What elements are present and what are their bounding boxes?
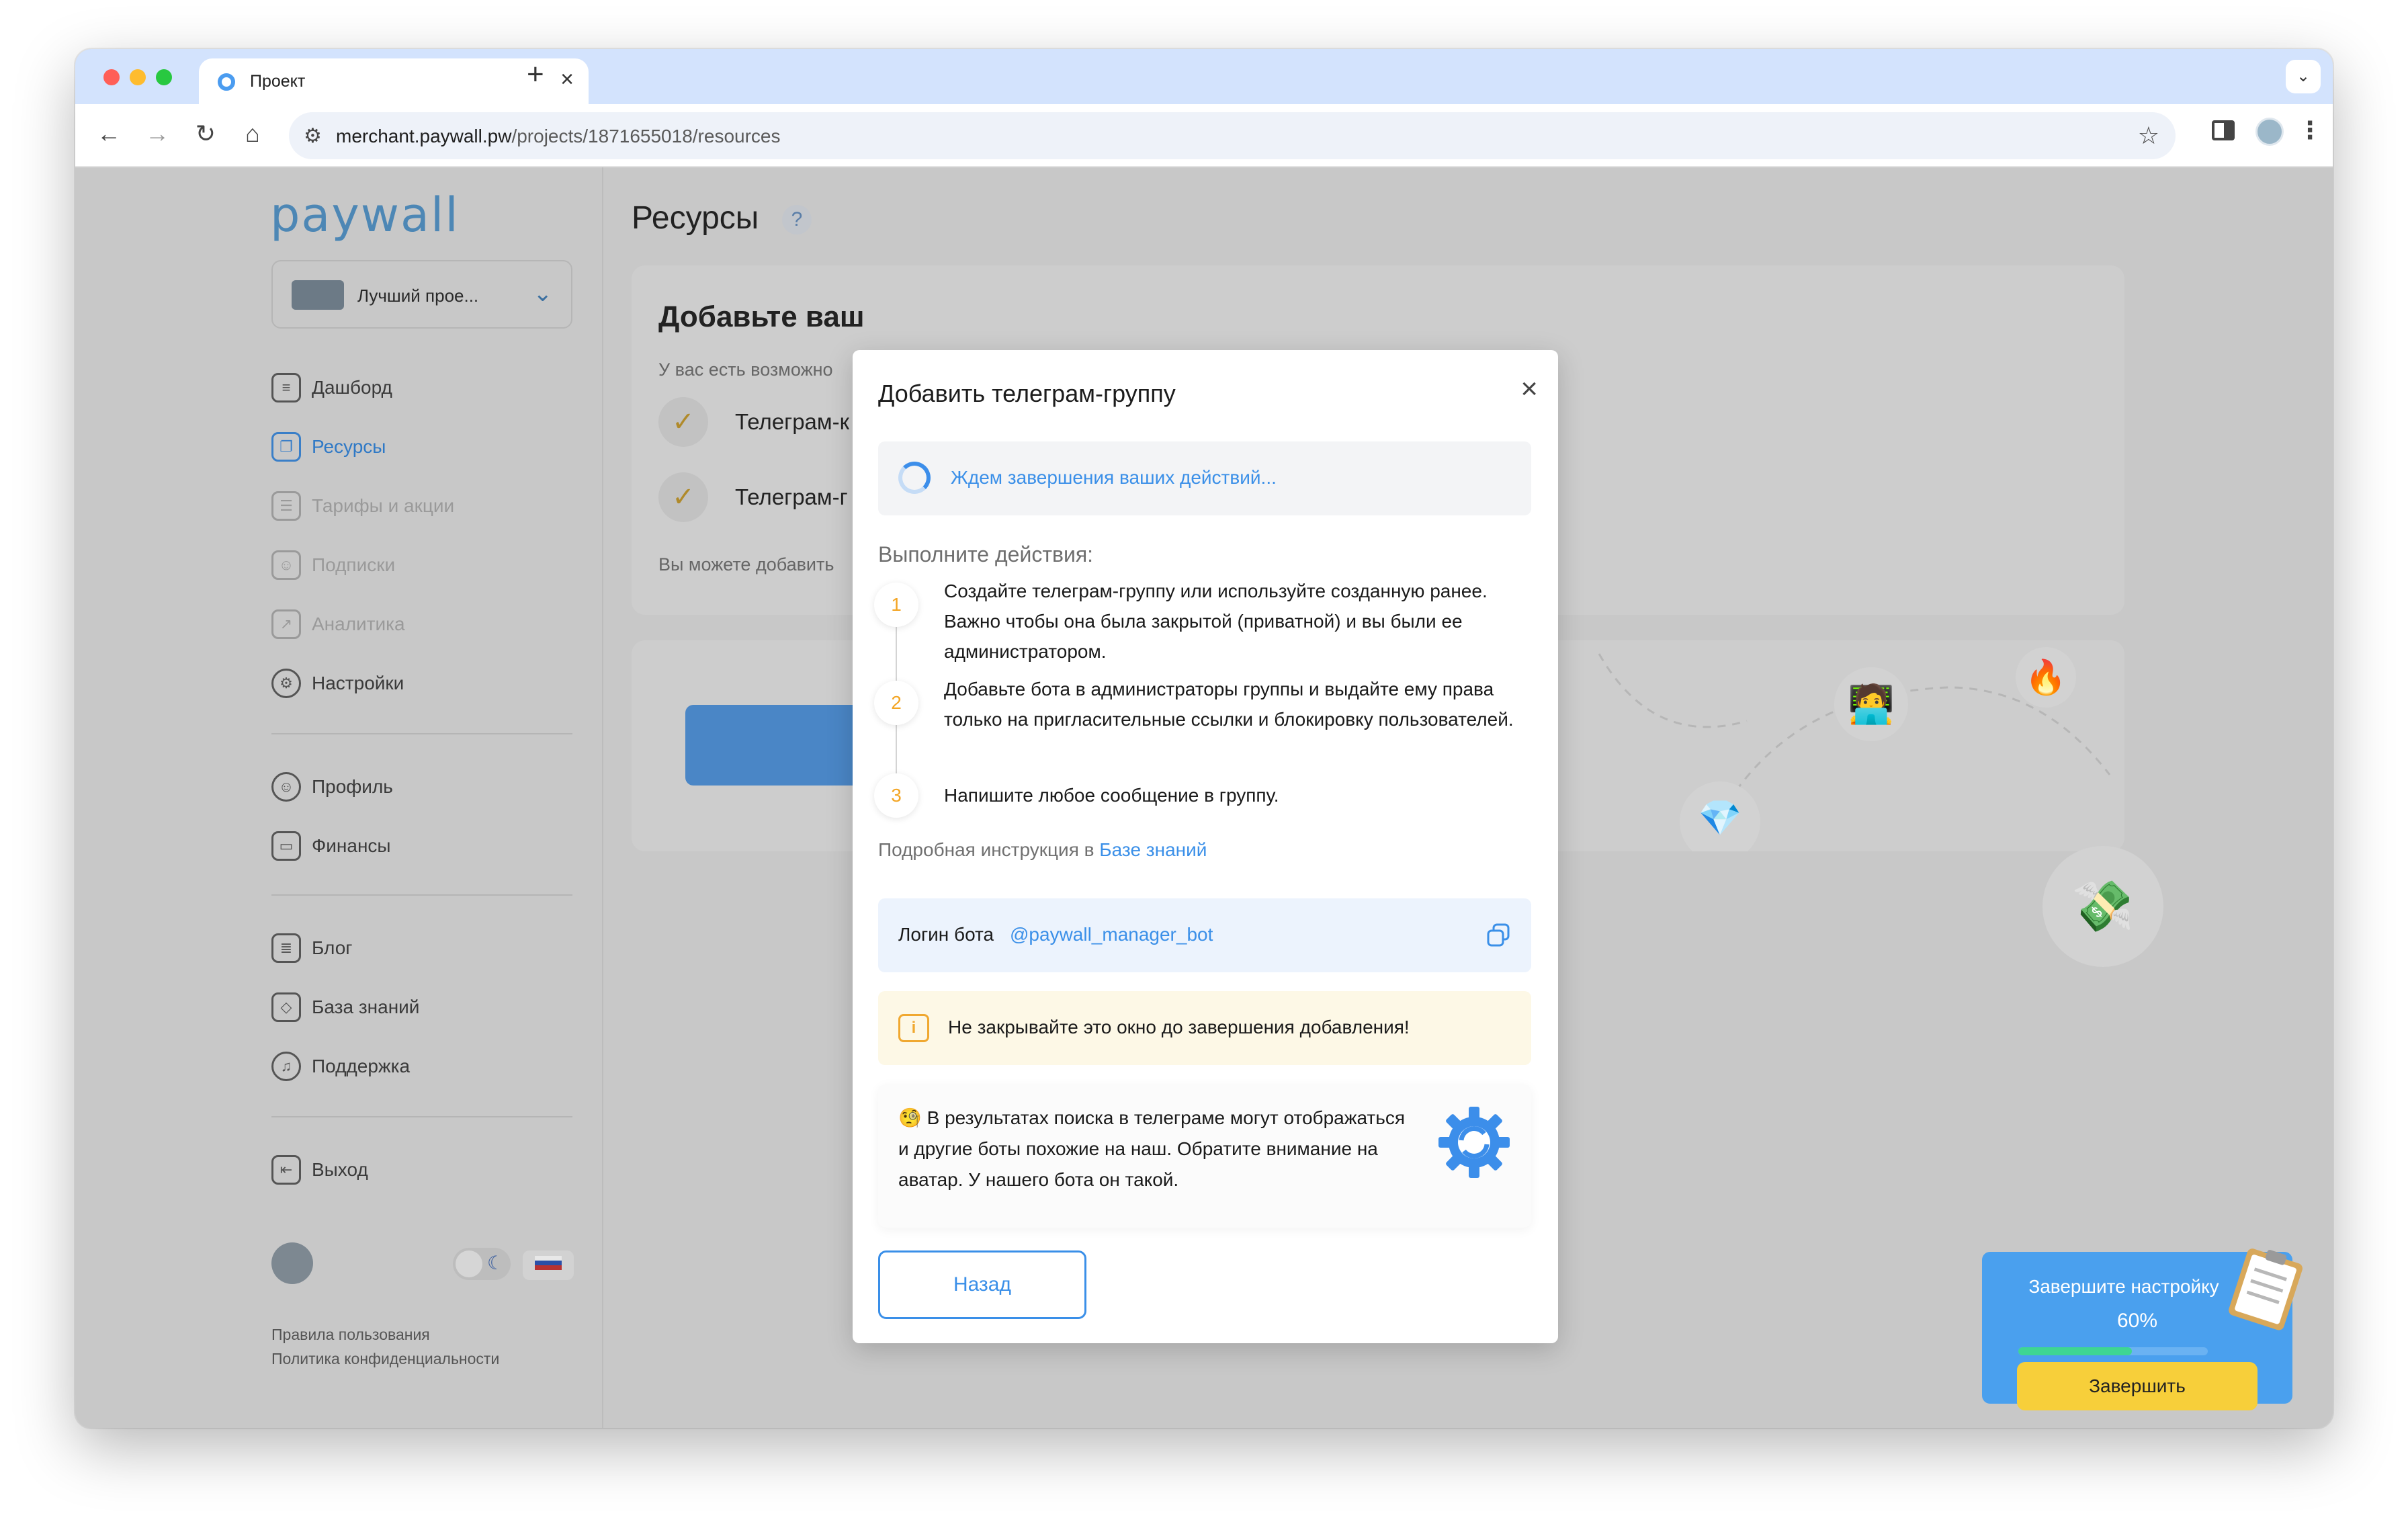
site-settings-icon[interactable]: ⚙ — [304, 124, 322, 148]
bot-login-value[interactable]: @paywall_manager_bot — [1010, 924, 1213, 945]
browser-toolbar: ← → ↻ ⌂ ⚙ merchant.paywall.pw/projects/1… — [75, 104, 2333, 167]
step-number: 3 — [874, 773, 918, 818]
step-text: Напишите любое сообщение в группу. — [944, 785, 1279, 806]
tab-search-chevron-icon[interactable]: ⌄ — [2286, 60, 2321, 93]
modal-title: Добавить телеграм-группу — [878, 380, 1176, 407]
favicon-icon — [218, 73, 235, 91]
step-number: 2 — [874, 681, 918, 725]
waiting-status: Ждем завершения ваших действий... — [878, 441, 1531, 515]
step-number: 1 — [874, 583, 918, 627]
bot-login-label: Логин бота — [898, 924, 994, 945]
forward-arrow-icon[interactable]: → — [141, 118, 173, 150]
url-path: /projects/1871655018/resources — [511, 126, 781, 146]
page-viewport: paywall Лучший прое... ⌄ ≡ Дашборд ❐ Рес… — [75, 167, 2333, 1428]
browser-profile-avatar[interactable] — [2255, 118, 2284, 146]
note-text: 🧐 В результатах поиска в телеграме могут… — [898, 1103, 1409, 1195]
step-connector — [896, 725, 897, 773]
back-button[interactable]: Назад — [878, 1250, 1086, 1319]
bookmark-star-icon[interactable]: ☆ — [2138, 122, 2159, 150]
warning-text: Не закрывайте это окно до завершения доб… — [948, 1017, 1410, 1037]
url-host: merchant.paywall.pw — [336, 126, 512, 146]
new-tab-icon[interactable]: + — [527, 60, 544, 89]
side-panel-icon[interactable] — [2212, 120, 2235, 140]
bot-gear-avatar-icon — [1438, 1107, 1510, 1178]
guide-text: Подробная инструкция в Базе знаний — [878, 839, 1207, 861]
tab-close-icon[interactable]: × — [560, 68, 574, 91]
loading-spinner-icon — [898, 462, 931, 494]
browser-window: Проект × + ⌄ ← → ↻ ⌂ ⚙ merchant.paywall.… — [75, 49, 2333, 1428]
warning-box: i Не закрывайте это окно до завершения д… — [878, 991, 1531, 1065]
step-connector — [896, 627, 897, 681]
close-icon[interactable]: × — [1520, 374, 1538, 404]
thinking-emoji-icon: 🧐 — [898, 1107, 922, 1128]
guide-prefix: Подробная инструкция в — [878, 839, 1094, 860]
knowledge-base-link[interactable]: Базе знаний — [1099, 839, 1207, 860]
tab-title: Проект — [250, 72, 306, 91]
copy-icon[interactable] — [1486, 923, 1511, 948]
address-bar[interactable]: ⚙ merchant.paywall.pw/projects/187165501… — [289, 112, 2176, 159]
bot-avatar-note: 🧐 В результатах поиска в телеграме могут… — [878, 1084, 1531, 1228]
zoom-window-button[interactable] — [156, 69, 172, 85]
note-body: В результатах поиска в телеграме могут о… — [898, 1107, 1406, 1190]
minimize-window-button[interactable] — [130, 69, 146, 85]
reload-icon[interactable]: ↻ — [189, 118, 222, 150]
url-text[interactable]: merchant.paywall.pw/projects/1871655018/… — [336, 126, 781, 147]
step-text: Добавьте бота в администраторы группы и … — [944, 679, 1514, 730]
browser-menu-icon[interactable]: ⋮ — [2298, 116, 2322, 144]
waiting-text: Ждем завершения ваших действий... — [951, 467, 1277, 488]
step-text: Создайте телеграм-группу или используйте… — [944, 581, 1488, 662]
home-icon[interactable]: ⌂ — [236, 118, 269, 150]
steps-heading: Выполните действия: — [878, 542, 1094, 566]
close-window-button[interactable] — [103, 69, 120, 85]
bot-login-box: Логин бота @paywall_manager_bot — [878, 898, 1531, 972]
tab-strip: Проект × + ⌄ — [75, 49, 2333, 104]
info-warning-icon: i — [898, 1014, 929, 1042]
back-arrow-icon[interactable]: ← — [93, 118, 125, 150]
add-telegram-group-modal: Добавить телеграм-группу × Ждем завершен… — [853, 350, 1558, 1343]
